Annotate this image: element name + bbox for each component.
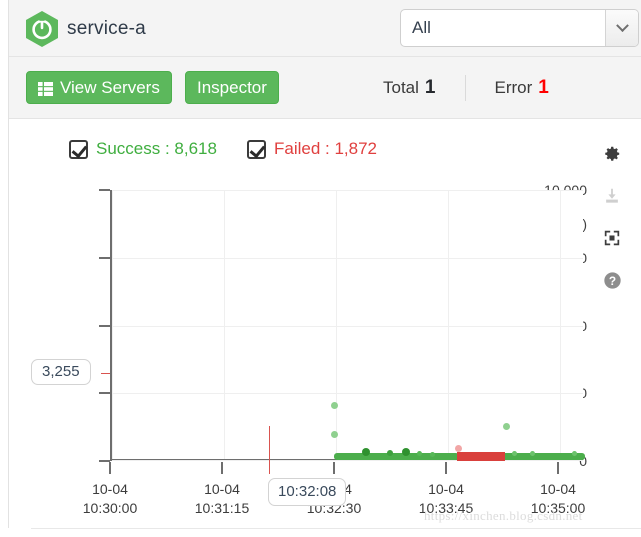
xtick-label-5-date: 10-04 [540, 481, 576, 497]
xtick-label-1-date: 10-04 [92, 481, 128, 497]
ytick-mark-2500 [99, 392, 110, 395]
view-servers-button[interactable]: View Servers [26, 71, 172, 104]
chart-tool-rail: ? [598, 140, 632, 308]
data-point [572, 451, 577, 456]
ytick-mark-10000 [99, 189, 110, 191]
agent-filter-value: All [412, 18, 431, 37]
svg-text:?: ? [608, 273, 615, 287]
data-point [402, 448, 410, 456]
xtick-mark-3 [333, 462, 335, 474]
xtick-label-4-date: 10-04 [428, 481, 464, 497]
data-point [362, 448, 370, 456]
total-value: 1 [424, 76, 436, 98]
error-value: 1 [538, 76, 549, 98]
error-stat: Error 1 [466, 77, 578, 99]
cursor-y-value-box: 3,255 [31, 359, 91, 385]
xtick-label-1-time: 10:30:00 [82, 500, 138, 516]
data-point [430, 452, 435, 457]
gridline-v-5 [560, 190, 561, 459]
chart-plot-area[interactable] [110, 190, 585, 474]
data-point [530, 451, 535, 456]
chevron-down-icon[interactable] [605, 10, 638, 46]
xtick-label-2-date: 10-04 [204, 481, 240, 497]
gridline-h-2500 [112, 393, 583, 395]
success-legend-label: Success : 8,618 [96, 139, 217, 158]
data-point [455, 445, 462, 452]
gridline-h-5000 [112, 325, 583, 327]
stats-summary: Total 1 Error 1 [354, 71, 578, 104]
legend-item-failed[interactable]: Failed : 1,872 [247, 139, 377, 159]
app-header: service-a All [9, 0, 641, 57]
gridline-h-7500 [112, 257, 583, 259]
xtick-mark-5 [557, 462, 559, 474]
failed-dense-band [457, 452, 505, 461]
xtick-mark-2 [221, 462, 223, 474]
xtick-label-1: 10-04 10:30:00 [83, 480, 138, 518]
response-time-scatter-chart: 10,000 (ms) 7,500 5,000 2,500 0 3,255 [9, 169, 587, 524]
gridline-v-3 [336, 190, 337, 459]
error-label: Error [494, 77, 533, 97]
spring-boot-power-hexagon-icon [26, 11, 58, 47]
app-toolbar: View Servers Inspector Total 1 Error 1 [9, 57, 641, 119]
data-point [331, 431, 338, 438]
watermark: https://xinchen.blog.csdn.net [424, 508, 583, 523]
download-icon[interactable] [598, 182, 626, 210]
chart-legend: Success : 8,618 Failed : 1,872 [9, 119, 641, 169]
app-root: service-a All View Servers Inspector Tot… [0, 0, 641, 537]
failed-checkbox[interactable] [247, 139, 266, 159]
page-title: service-a [67, 18, 146, 39]
data-point [503, 423, 510, 430]
data-point [417, 451, 422, 456]
data-point [387, 450, 393, 456]
ytick-mark-5000 [99, 324, 110, 327]
success-dense-band-1 [334, 453, 459, 460]
total-stat: Total 1 [354, 77, 465, 99]
success-checkbox[interactable] [69, 139, 88, 159]
legend-item-success[interactable]: Success : 8,618 [69, 139, 217, 159]
xtick-mark-4 [445, 462, 447, 474]
gridline-h-0 [112, 460, 583, 461]
inspector-button[interactable]: Inspector [185, 71, 279, 104]
list-grid-icon [38, 81, 53, 96]
data-point [331, 402, 338, 409]
gear-icon[interactable] [598, 140, 626, 168]
gridline-h-10000 [112, 190, 583, 191]
cursor-x-value-box: 10:32:08 [268, 478, 347, 506]
data-point [512, 451, 517, 456]
xtick-mark-1 [109, 462, 111, 474]
app-identity: service-a [26, 11, 146, 47]
view-servers-label: View Servers [60, 77, 160, 97]
gridline-v-1 [112, 190, 113, 459]
ytick-mark-7500 [99, 256, 110, 259]
xtick-label-2: 10-04 10:31:15 [195, 480, 250, 518]
agent-filter-select[interactable]: All [400, 9, 639, 47]
xtick-label-2-time: 10:31:15 [194, 500, 250, 516]
gridline-v-2 [224, 190, 225, 459]
expand-fullscreen-icon[interactable] [598, 224, 626, 252]
cursor-x-line [269, 426, 270, 474]
bottom-rule [31, 528, 641, 529]
failed-legend-label: Failed : 1,872 [274, 139, 378, 158]
help-question-icon[interactable]: ? [598, 266, 626, 294]
gridline-v-4 [448, 190, 449, 459]
inspector-label: Inspector [197, 77, 267, 97]
total-label: Total [383, 77, 419, 97]
